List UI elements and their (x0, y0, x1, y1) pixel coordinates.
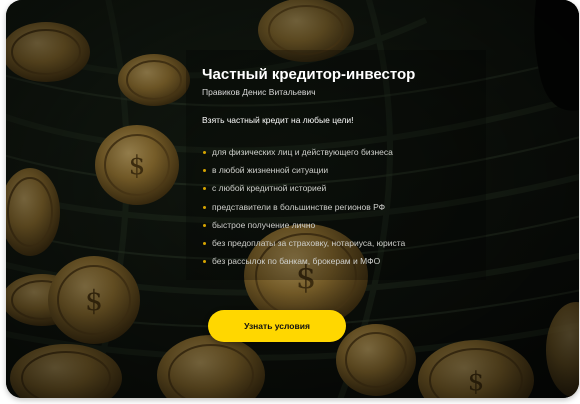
card-content: Частный кредитор-инвестор Правиков Денис… (202, 66, 562, 274)
feature-item: для физических лиц и действующего бизнес… (202, 147, 562, 158)
feature-item: быстрое получение лично (202, 220, 562, 231)
card-subtitle: Правиков Денис Витальевич (202, 87, 316, 97)
feature-text: без рассылок по банкам, брокерам и МФО (212, 256, 381, 267)
card-title: Частный кредитор-инвестор (202, 66, 416, 83)
bullet-icon (203, 169, 206, 173)
bullet-icon (203, 223, 206, 227)
feature-item: без рассылок по банкам, брокерам и МФО (202, 256, 562, 267)
feature-item: с любой кредитной историей (202, 183, 562, 194)
feature-item: без предоплаты за страховку, нотариуса, … (202, 238, 562, 249)
feature-item: представители в большинстве регионов РФ (202, 202, 562, 213)
learn-terms-button[interactable]: Узнать условия (208, 310, 346, 342)
bullet-icon (203, 187, 206, 191)
promo-card: $ $ $ $ (6, 0, 579, 398)
bullet-icon (203, 260, 206, 264)
feature-text: без предоплаты за страховку, нотариуса, … (212, 237, 406, 248)
feature-text: быстрое получение лично (212, 219, 316, 230)
feature-text: в любой жизненной ситуации (212, 165, 329, 176)
bullet-icon (203, 151, 206, 154)
feature-item: в любой жизненной ситуации (202, 165, 562, 176)
feature-text: с любой кредитной историей (212, 183, 327, 194)
card-lead-text: Взять частный кредит на любые цели! (202, 115, 354, 125)
bullet-icon (203, 241, 206, 245)
feature-text: представители в большинстве регионов РФ (212, 201, 386, 212)
feature-list: для физических лиц и действующего бизнес… (202, 147, 562, 267)
feature-text: для физических лиц и действующего бизнес… (212, 147, 393, 157)
bullet-icon (203, 205, 206, 209)
